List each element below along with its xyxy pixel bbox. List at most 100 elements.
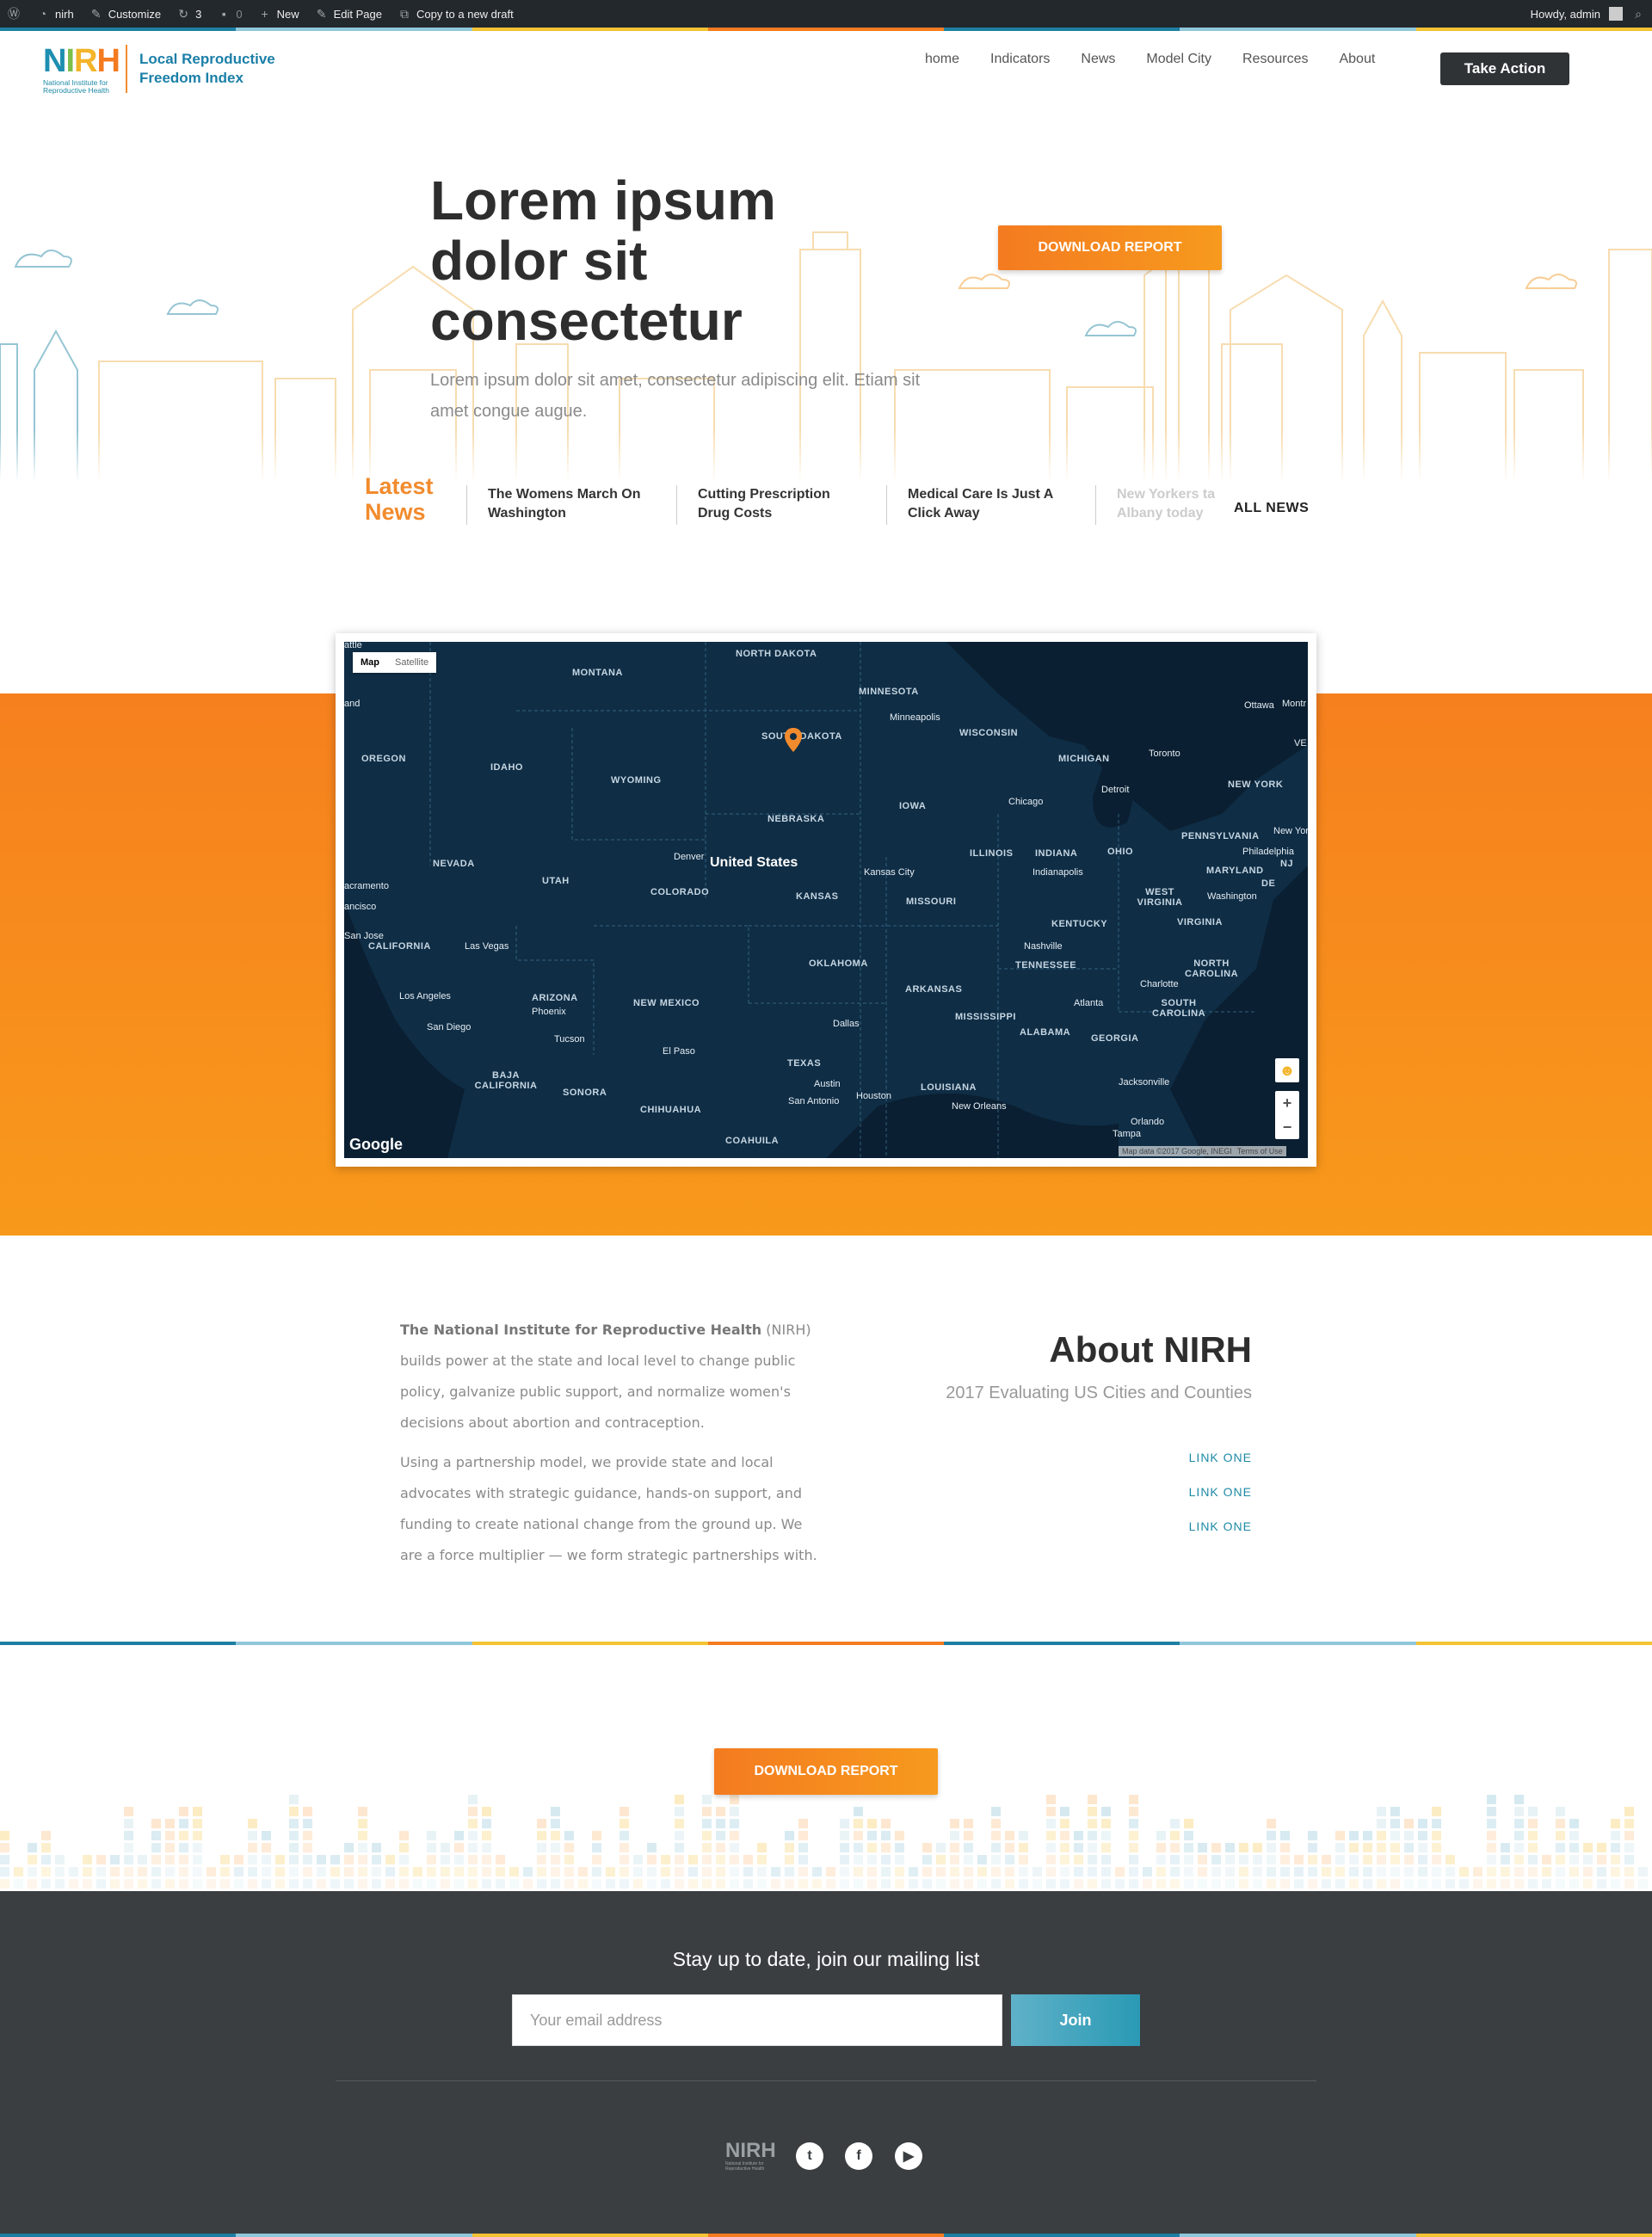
pattern-square <box>922 1879 932 1889</box>
map-label-state: LOUISIANA <box>921 1082 977 1093</box>
pattern-square <box>1487 1843 1496 1852</box>
map-label-state: ARKANSAS <box>905 984 963 995</box>
nav-model-city[interactable]: Model City <box>1146 52 1211 67</box>
twitter-icon[interactable]: t <box>796 2142 823 2170</box>
pattern-square <box>647 1867 656 1876</box>
wp-logo-menu[interactable]: Ⓦ <box>7 7 21 21</box>
pattern-square <box>289 1843 299 1852</box>
site-logo[interactable]: NIRH National Institute for Reproductive… <box>43 45 275 95</box>
pattern-square <box>1556 1819 1565 1828</box>
pattern-square <box>1032 1879 1042 1889</box>
news-item-title: Medical Care Is Just A <box>908 487 1054 502</box>
pattern-square <box>785 1879 794 1889</box>
edit-page-link[interactable]: ✎ Edit Page <box>315 7 382 21</box>
pattern-square <box>702 1879 712 1889</box>
map-terms-link[interactable]: Terms of Use <box>1237 1147 1283 1155</box>
pattern-square <box>1239 1879 1248 1889</box>
pattern-square <box>1267 1843 1276 1852</box>
map-city-label: Nashville <box>1024 941 1063 952</box>
pattern-square <box>124 1843 133 1852</box>
pattern-square <box>881 1855 891 1864</box>
zoom-in-button[interactable]: + <box>1283 1094 1292 1112</box>
wordpress-icon: Ⓦ <box>8 7 20 21</box>
pattern-square <box>991 1831 1001 1840</box>
map-type-map[interactable]: Map <box>353 652 387 673</box>
email-input[interactable]: Your email address <box>512 1994 1002 2046</box>
about-link-3[interactable]: LINK ONE <box>1119 1519 1252 1533</box>
pattern-square <box>289 1855 299 1864</box>
updates-link[interactable]: ↻ 3 <box>176 7 201 21</box>
news-item[interactable]: New Yorkers ta Albany today <box>1095 485 1216 525</box>
about-link-1[interactable]: LINK ONE <box>1119 1451 1252 1464</box>
youtube-icon[interactable]: ▶ <box>895 2142 922 2170</box>
avatar[interactable] <box>1609 7 1623 21</box>
nav-resources[interactable]: Resources <box>1242 52 1308 67</box>
comments-link[interactable]: ▪ 0 <box>217 7 243 21</box>
map-city-label: Detroit <box>1101 785 1130 795</box>
customize-link[interactable]: ✎ Customize <box>89 7 161 21</box>
copy-draft-link[interactable]: ⧉ Copy to a new draft <box>398 7 514 21</box>
pattern-square <box>716 1879 725 1889</box>
pattern-square <box>757 1867 767 1876</box>
pattern-square <box>854 1807 863 1816</box>
pattern-square <box>1019 1879 1028 1889</box>
facebook-icon[interactable]: f <box>845 2142 872 2170</box>
pattern-square <box>1569 1819 1579 1828</box>
pattern-square <box>385 1855 395 1864</box>
zoom-out-button[interactable]: − <box>1283 1118 1292 1137</box>
pattern-square <box>936 1855 946 1864</box>
map-label-state: KENTUCKY <box>1051 919 1108 929</box>
download-report-button[interactable]: DOWNLOAD REPORT <box>998 225 1222 270</box>
pattern-square <box>1514 1807 1524 1816</box>
all-news-link[interactable]: ALL NEWS <box>1234 501 1309 516</box>
news-item[interactable]: Medical Care Is Just A Click Away <box>886 485 1084 525</box>
pattern-square <box>1335 1879 1345 1889</box>
pattern-square <box>303 1879 312 1889</box>
nav-about[interactable]: About <box>1339 52 1375 67</box>
pattern-square <box>1101 1879 1111 1889</box>
map-marker-icon[interactable] <box>785 728 802 752</box>
pattern-square <box>716 1843 725 1852</box>
pattern-square <box>468 1843 478 1852</box>
street-view-pegman-icon[interactable]: ☻ <box>1275 1058 1299 1082</box>
map-city-label: Dallas <box>833 1019 860 1029</box>
pattern-square <box>867 1831 877 1840</box>
pattern-square <box>1280 1831 1290 1840</box>
pattern-square <box>1088 1879 1097 1889</box>
news-item-title: New Yorkers ta <box>1117 487 1216 502</box>
pattern-square <box>964 1831 973 1840</box>
nav-home[interactable]: home <box>925 52 959 67</box>
nav-news[interactable]: News <box>1081 52 1115 67</box>
map-label-state: OREGON <box>361 754 406 764</box>
pattern-square <box>771 1879 780 1889</box>
take-action-button[interactable]: Take Action <box>1440 52 1569 85</box>
pattern-square <box>661 1855 670 1864</box>
join-button[interactable]: Join <box>1011 1994 1140 2046</box>
pattern-square <box>991 1843 1001 1852</box>
footer-logo[interactable]: NIRH National Institute for Reproductive… <box>725 2141 777 2172</box>
search-icon[interactable]: ⌕ <box>1631 7 1645 21</box>
pattern-square <box>482 1867 491 1876</box>
pattern-square <box>1198 1843 1207 1852</box>
pattern-square <box>1611 1855 1620 1864</box>
nav-indicators[interactable]: Indicators <box>990 52 1050 67</box>
download-report-button-2[interactable]: DOWNLOAD REPORT <box>714 1748 938 1795</box>
map-label-state: ILLINOIS <box>970 848 1014 859</box>
pattern-square <box>950 1879 959 1889</box>
pattern-square <box>592 1867 601 1876</box>
news-item[interactable]: Cutting Prescription Drug Costs <box>676 485 866 525</box>
pattern-square <box>1129 1795 1138 1804</box>
new-content-menu[interactable]: + New <box>258 7 299 21</box>
pattern-square <box>193 1819 202 1828</box>
about-link-2[interactable]: LINK ONE <box>1119 1485 1252 1499</box>
google-map[interactable]: Map Satellite NORTH DAKOTA MONTANA MINNE… <box>344 642 1308 1158</box>
news-item[interactable]: The Womens March On Washington <box>466 485 656 525</box>
pattern-square <box>991 1855 1001 1864</box>
howdy-account-menu[interactable]: Howdy, admin <box>1531 8 1600 21</box>
pattern-square <box>1487 1795 1496 1804</box>
map-label-state: MINNESOTA <box>859 687 919 697</box>
customize-label: Customize <box>108 7 162 21</box>
map-type-satellite[interactable]: Satellite <box>387 652 436 673</box>
site-name-menu[interactable]: ◔ nirh <box>36 7 74 21</box>
pattern-square <box>1556 1831 1565 1840</box>
